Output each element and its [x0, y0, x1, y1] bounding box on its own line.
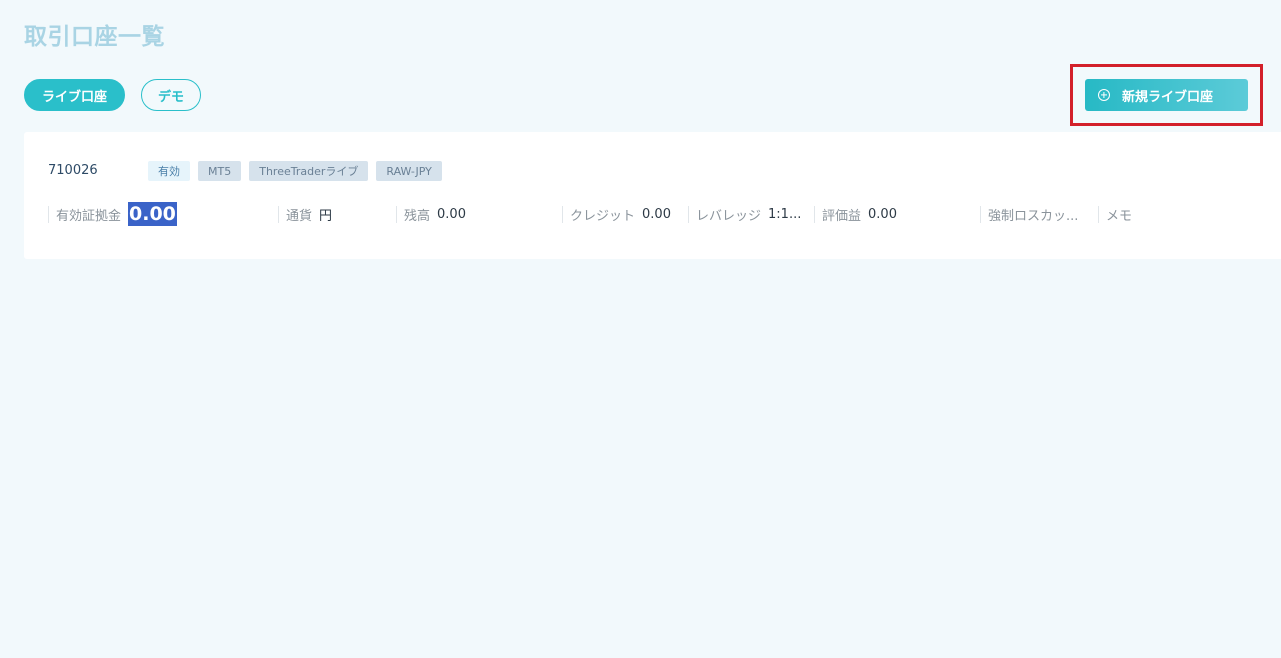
account-type-badge: RAW-JPY — [376, 161, 442, 181]
field-balance-value: 0.00 — [437, 206, 466, 222]
field-divider — [1098, 205, 1099, 223]
account-type-tabs: ライブ口座 デモ — [24, 79, 202, 111]
field-balance-label: 残高 — [404, 208, 431, 224]
account-number[interactable]: 710026 — [48, 163, 98, 178]
page-title: 取引口座一覧 — [24, 24, 165, 50]
field-memo-label: メモ — [1106, 208, 1133, 224]
status-badge: 有効 — [148, 161, 190, 181]
field-equity: 有効証拠金 0.00 — [48, 202, 177, 226]
server-badge: ThreeTraderライブ — [249, 161, 369, 181]
field-leverage: レバレッジ 1:1... — [688, 202, 801, 226]
field-currency-label: 通貨 — [286, 208, 313, 224]
field-divider — [980, 205, 981, 223]
platform-badge: MT5 — [198, 161, 242, 181]
field-stop-out: 強制ロスカッ... — [980, 202, 1085, 226]
field-unrealized-pl: 評価益 0.00 — [814, 202, 897, 226]
field-currency-value: 円 — [319, 208, 333, 224]
field-equity-value[interactable]: 0.00 — [128, 202, 177, 226]
tab-demo-accounts[interactable]: デモ — [141, 79, 202, 111]
field-stop-out-label: 強制ロスカッ... — [988, 208, 1079, 224]
field-divider — [396, 205, 397, 223]
tab-live-accounts[interactable]: ライブ口座 — [24, 79, 126, 111]
field-divider — [278, 205, 279, 223]
field-unrealized-pl-label: 評価益 — [822, 208, 862, 224]
field-divider — [814, 205, 815, 223]
field-credit-value: 0.00 — [642, 206, 671, 222]
new-live-account-button[interactable]: 新規ライブ口座 — [1085, 79, 1248, 111]
field-divider — [48, 205, 49, 223]
field-currency: 通貨 円 — [278, 202, 332, 226]
field-leverage-label: レバレッジ — [696, 208, 762, 224]
field-unrealized-pl-value: 0.00 — [868, 206, 897, 222]
account-card[interactable]: 710026 有効 MT5 ThreeTraderライブ RAW-JPY 有効証… — [24, 132, 1281, 259]
new-live-account-button-label: 新規ライブ口座 — [1122, 89, 1214, 105]
field-divider — [562, 205, 563, 223]
field-memo[interactable]: メモ — [1098, 202, 1139, 226]
field-credit: クレジット 0.00 — [562, 202, 671, 226]
field-balance: 残高 0.00 — [396, 202, 466, 226]
field-credit-label: クレジット — [570, 208, 636, 224]
account-badges: 有効 MT5 ThreeTraderライブ RAW-JPY — [148, 161, 442, 181]
field-leverage-value: 1:1... — [768, 206, 802, 222]
field-divider — [688, 205, 689, 223]
field-equity-label: 有効証拠金 — [56, 208, 122, 224]
plus-circle-icon — [1098, 89, 1110, 101]
